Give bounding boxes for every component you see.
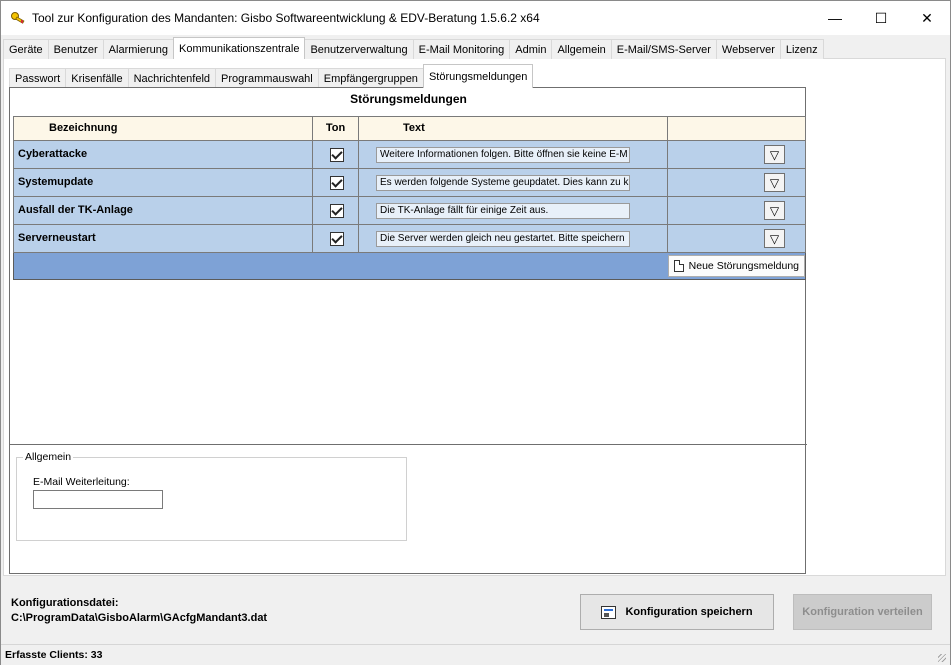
new-message-label: Neue Störungsmeldung (688, 260, 799, 272)
table-row[interactable]: Ausfall der TK-Anlage Die TK-Anlage fäll… (13, 197, 806, 225)
email-forward-field[interactable] (33, 490, 163, 509)
tab-alarmierung[interactable]: Alarmierung (102, 39, 174, 59)
table-row[interactable]: Systemupdate Es werden folgende Systeme … (13, 169, 806, 197)
header-name: Bezeichnung (14, 117, 313, 140)
window-controls: — ☐ ✕ (812, 1, 950, 35)
message-text-field[interactable]: Die TK-Anlage fällt für einige Zeit aus. (376, 203, 630, 219)
grid-header: Bezeichnung Ton Text (13, 116, 806, 141)
tone-checkbox[interactable] (330, 204, 344, 218)
subtab-stoerungsmeldungen[interactable]: Störungsmeldungen (422, 64, 534, 88)
subtab-empfaengergruppen[interactable]: Empfängergruppen (317, 68, 424, 88)
tab-allgemein[interactable]: Allgemein (551, 39, 612, 59)
tab-admin[interactable]: Admin (509, 39, 553, 59)
tab-email-monitoring[interactable]: E-Mail Monitoring (412, 39, 511, 59)
distribute-config-button[interactable]: Konfiguration verteilen (793, 594, 932, 630)
minimize-button[interactable]: — (812, 1, 858, 35)
key-icon (11, 12, 25, 24)
window-title: Tool zur Konfiguration des Mandanten: Gi… (32, 11, 540, 25)
message-text-field[interactable]: Weitere Informationen folgen. Bitte öffn… (376, 147, 630, 163)
app-window: Tool zur Konfiguration des Mandanten: Gi… (0, 0, 951, 665)
message-text-field[interactable]: Die Server werden gleich neu gestartet. … (376, 231, 630, 247)
subtab-nachrichtenfeld[interactable]: Nachrichtenfeld (127, 68, 217, 88)
config-file-label: Konfigurationsdatei: (11, 597, 119, 609)
tab-kommunikationszentrale[interactable]: Kommunikationszentrale (172, 37, 306, 59)
subtab-krisenfaelle[interactable]: Krisenfälle (65, 68, 129, 88)
tone-checkbox[interactable] (330, 232, 344, 246)
sub-tab-bar: Passwort Krisenfälle Nachrichtenfeld Pro… (9, 64, 534, 88)
header-text: Text (359, 117, 668, 140)
resize-grip-icon[interactable] (938, 654, 946, 662)
add-row: Neue Störungsmeldung (13, 253, 806, 280)
table-row[interactable]: Serverneustart Die Server werden gleich … (13, 225, 806, 253)
chevron-down-icon[interactable]: ▽ (764, 229, 785, 248)
tone-checkbox[interactable] (330, 176, 344, 190)
row-name: Systemupdate (14, 169, 313, 196)
tab-benutzerverwaltung[interactable]: Benutzerverwaltung (304, 39, 414, 59)
stoerungsmeldungen-panel: Störungsmeldungen Bezeichnung Ton Text C… (9, 87, 807, 574)
main-tab-bar: Geräte Benutzer Alarmierung Kommunikatio… (3, 37, 824, 59)
new-document-icon (673, 260, 684, 272)
save-icon (601, 605, 617, 619)
tab-benutzer[interactable]: Benutzer (47, 39, 104, 59)
save-config-button[interactable]: Konfiguration speichern (580, 594, 774, 630)
row-name: Cyberattacke (14, 141, 313, 168)
tab-geraete[interactable]: Geräte (3, 39, 49, 59)
divider (10, 444, 807, 445)
subtab-passwort[interactable]: Passwort (9, 68, 67, 88)
subtab-programmauswahl[interactable]: Programmauswahl (215, 68, 319, 88)
section-title: Störungsmeldungen (350, 92, 467, 106)
header-tone: Ton (313, 117, 359, 140)
chevron-down-icon[interactable]: ▽ (764, 145, 785, 164)
row-name: Ausfall der TK-Anlage (14, 197, 313, 224)
title-bar: Tool zur Konfiguration des Mandanten: Gi… (1, 1, 950, 35)
email-forward-label: E-Mail Weiterleitung: (33, 476, 130, 488)
status-bar: Erfasste Clients: 33 (1, 644, 950, 665)
config-file-path: C:\ProgramData\GisboAlarm\GAcfgMandant3.… (11, 612, 268, 624)
config-file-info: Konfigurationsdatei: C:\ProgramData\Gisb… (11, 596, 267, 626)
tab-lizenz[interactable]: Lizenz (779, 39, 824, 59)
message-text-field[interactable]: Es werden folgende Systeme geupdatet. Di… (376, 175, 630, 191)
close-button[interactable]: ✕ (904, 1, 950, 35)
new-message-button[interactable]: Neue Störungsmeldung (667, 255, 805, 277)
save-config-label: Konfiguration speichern (625, 606, 753, 618)
chevron-down-icon[interactable]: ▽ (764, 173, 785, 192)
general-groupbox: Allgemein E-Mail Weiterleitung: (16, 451, 407, 541)
clients-count: Erfasste Clients: 33 (5, 649, 103, 661)
row-name: Serverneustart (14, 225, 313, 252)
chevron-down-icon[interactable]: ▽ (764, 201, 785, 220)
groupbox-legend: Allgemein (23, 451, 74, 463)
messages-grid: Bezeichnung Ton Text Cyberattacke Weiter… (13, 116, 806, 280)
maximize-button[interactable]: ☐ (858, 1, 904, 35)
tone-checkbox[interactable] (330, 148, 344, 162)
tab-webserver[interactable]: Webserver (715, 39, 781, 59)
table-row[interactable]: Cyberattacke Weitere Informationen folge… (13, 141, 806, 169)
tab-email-sms-server[interactable]: E-Mail/SMS-Server (610, 39, 717, 59)
